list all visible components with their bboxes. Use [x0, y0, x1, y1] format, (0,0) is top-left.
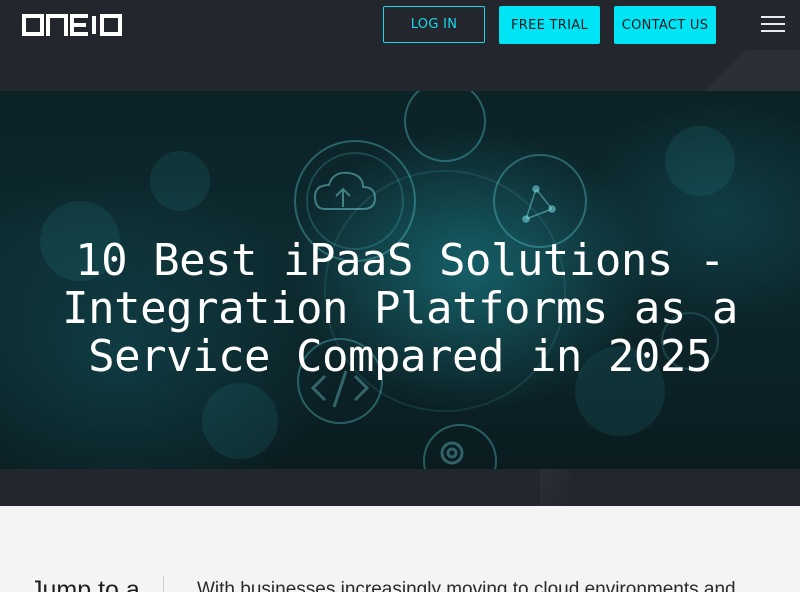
- hero-title: 10 Best iPaaS Solutions - Integration Pl…: [60, 237, 740, 381]
- gear-icon: [440, 441, 464, 465]
- hero-banner: 10 Best iPaaS Solutions - Integration Pl…: [0, 91, 800, 469]
- hero-title-line-3: Service Compared in 2025: [88, 331, 712, 382]
- hamburger-icon[interactable]: [761, 14, 785, 34]
- header-decoration: [680, 50, 800, 91]
- cloud-upload-icon: [313, 171, 377, 210]
- site-header: LOG IN FREE TRIAL CONTACT US: [0, 0, 800, 91]
- hero-title-line-1: 10 Best iPaaS Solutions -: [75, 235, 725, 286]
- article-intro-text: With businesses increasingly moving to c…: [197, 579, 736, 592]
- hero-bottom-band: [0, 469, 800, 506]
- jump-to-section-heading: Jump to a: [30, 576, 140, 592]
- oneio-logo[interactable]: [22, 14, 122, 36]
- band-decoration: [540, 469, 570, 506]
- article-content: Jump to a With businesses increasingly m…: [0, 506, 800, 592]
- contact-us-button[interactable]: CONTACT US: [614, 6, 716, 44]
- free-trial-button[interactable]: FREE TRIAL: [499, 6, 600, 44]
- content-divider: [163, 576, 164, 592]
- login-button[interactable]: LOG IN: [383, 6, 485, 43]
- hero-title-line-2: Integration Platforms as a: [62, 283, 738, 334]
